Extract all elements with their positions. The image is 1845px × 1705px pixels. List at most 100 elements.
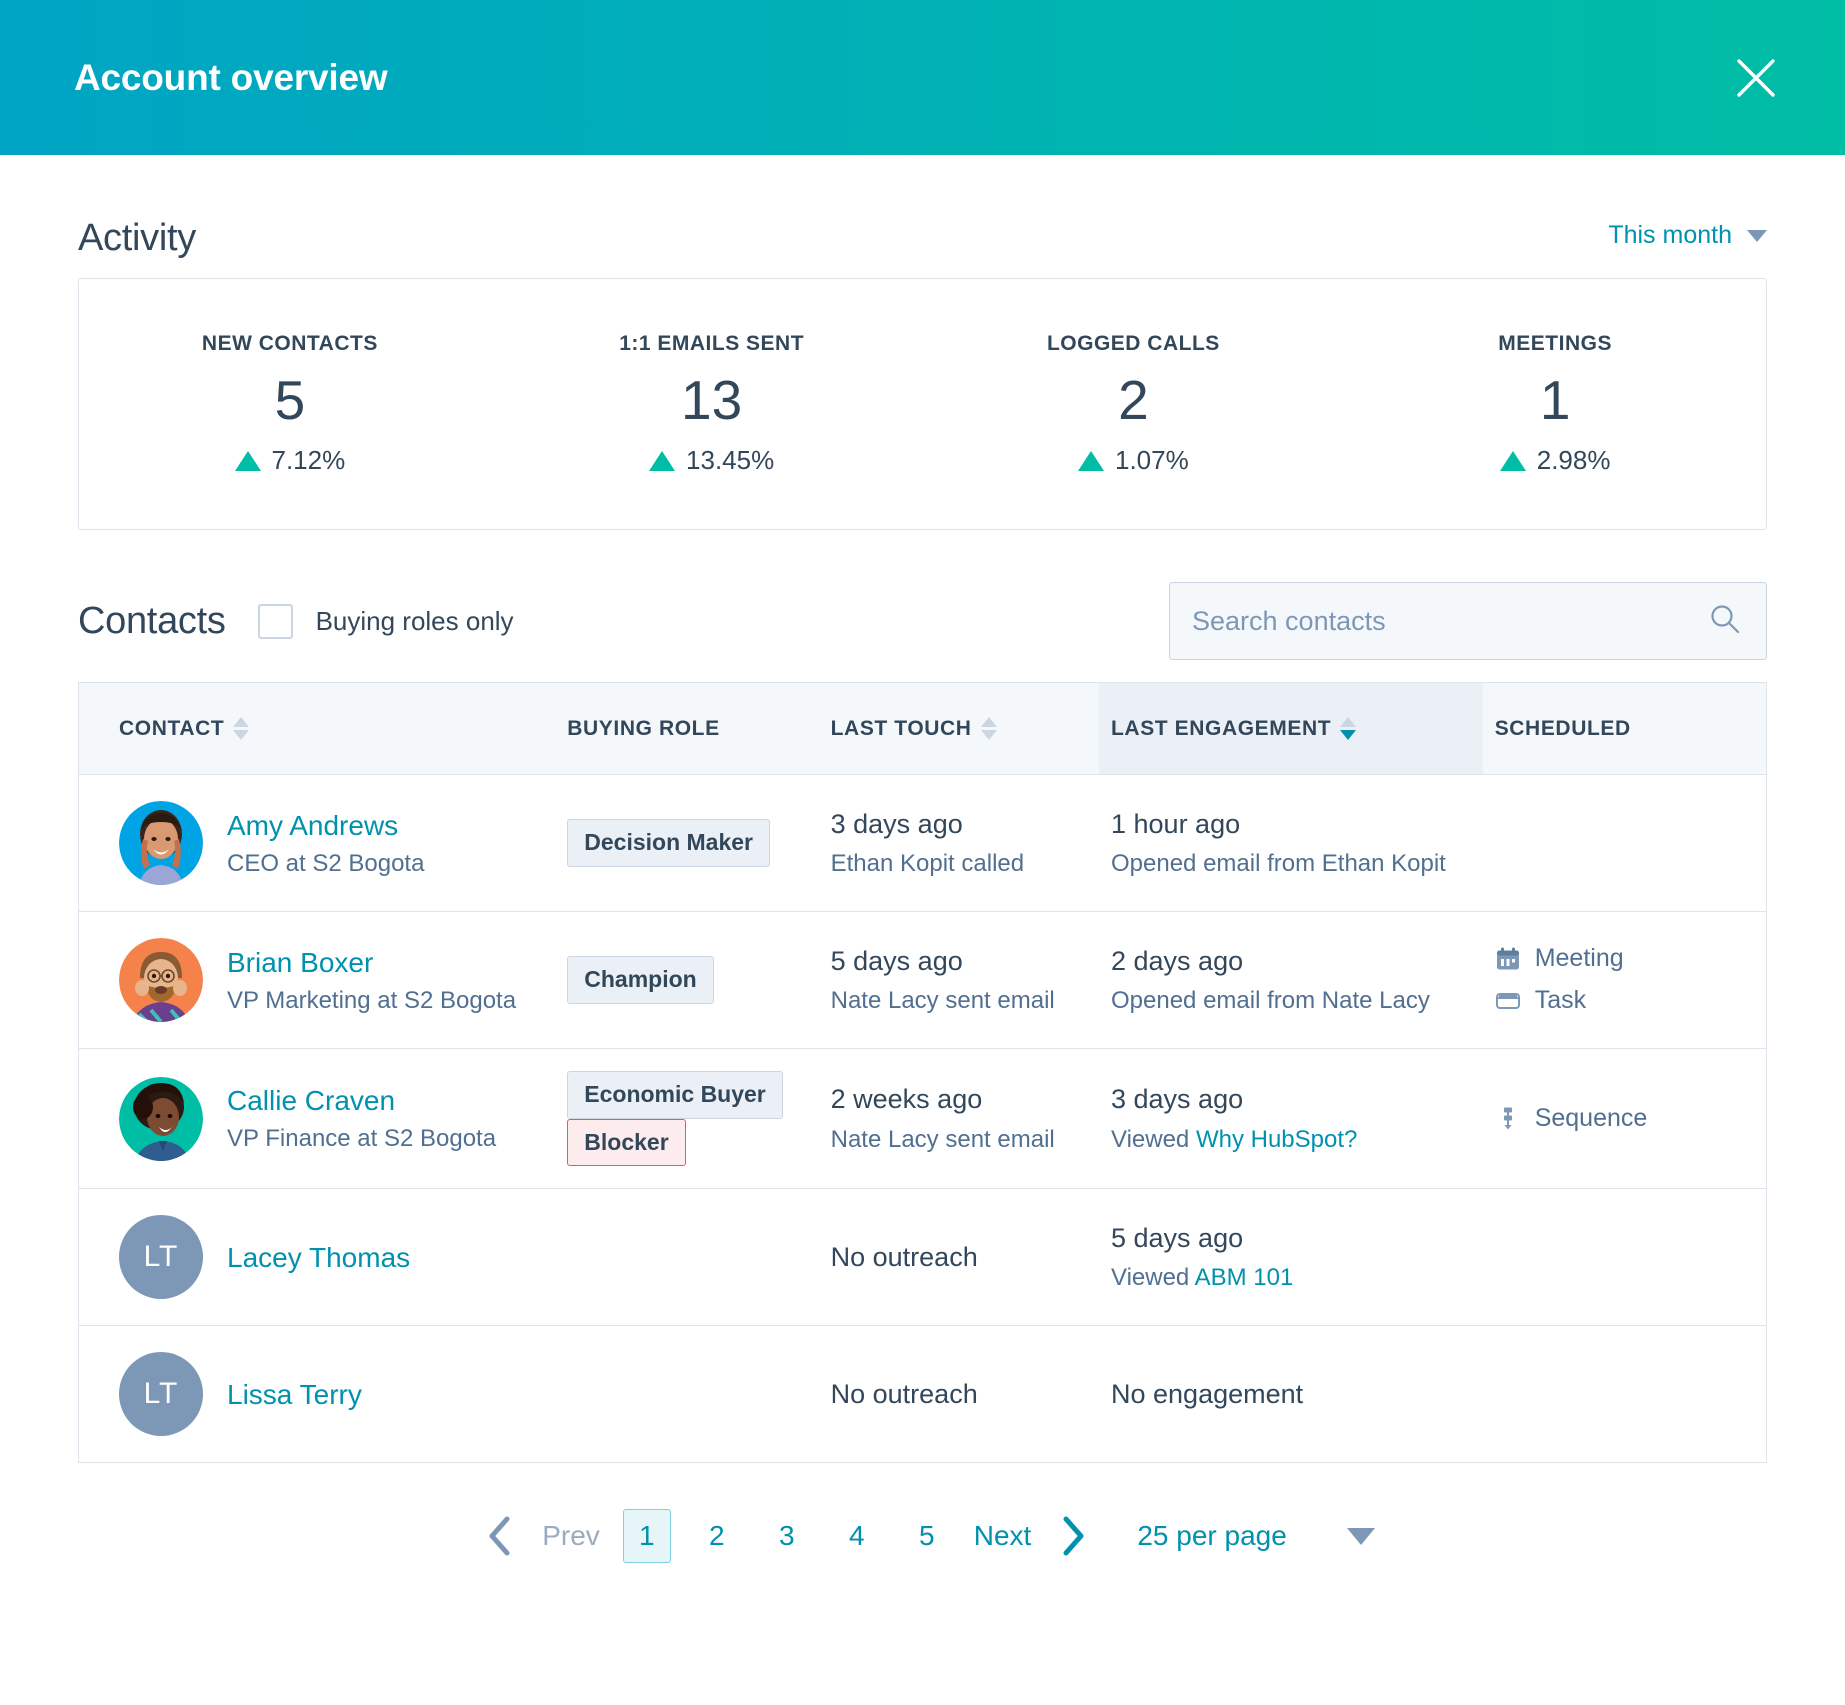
scheduled-meeting[interactable]: Meeting xyxy=(1495,942,1754,976)
column-header-buying-role[interactable]: BUYING ROLE xyxy=(555,683,818,775)
stat-new-contacts: NEW CONTACTS 5 7.12% xyxy=(79,332,501,477)
prev-arrow-icon[interactable] xyxy=(470,1514,530,1558)
scheduled-task[interactable]: Task xyxy=(1495,984,1754,1018)
last-touch-detail: Nate Lacy sent email xyxy=(831,985,1087,1016)
close-button[interactable] xyxy=(1725,47,1787,109)
avatar xyxy=(119,1077,203,1161)
column-label: SCHEDULED xyxy=(1495,717,1631,741)
last-touch-time: 5 days ago xyxy=(831,944,1087,979)
account-overview-modal: Account overview Activity This month NEW… xyxy=(0,0,1845,1705)
table-row[interactable]: Amy Andrews CEO at S2 Bogota Decision Ma… xyxy=(79,775,1767,912)
table-row[interactable]: LT Lacey Thomas No outreach 5 days ago V… xyxy=(79,1189,1767,1326)
contact-subtitle: CEO at S2 Bogota xyxy=(227,849,424,879)
next-page-button[interactable]: Next xyxy=(962,1520,1044,1552)
column-label: LAST TOUCH xyxy=(831,717,972,741)
column-header-last-touch[interactable]: LAST TOUCH xyxy=(819,683,1099,775)
scheduled-label: Task xyxy=(1535,984,1586,1018)
sort-icon-active[interactable] xyxy=(1340,717,1356,740)
last-engagement-time: 3 days ago xyxy=(1111,1082,1471,1117)
last-engagement-detail: Viewed ABM 101 xyxy=(1111,1262,1471,1293)
chevron-down-icon[interactable] xyxy=(1347,1528,1375,1545)
buying-roles-filter[interactable]: Buying roles only xyxy=(258,604,514,639)
stat-delta: 1.07% xyxy=(923,445,1345,476)
last-touch-time: 3 days ago xyxy=(831,807,1087,842)
page-button-5[interactable]: 5 xyxy=(903,1509,951,1563)
prev-page-button[interactable]: Prev xyxy=(530,1520,612,1552)
last-engagement-time: 5 days ago xyxy=(1111,1221,1471,1256)
column-header-contact[interactable]: CONTACT xyxy=(79,683,556,775)
search-input[interactable] xyxy=(1192,606,1698,637)
search-contacts-box[interactable] xyxy=(1169,582,1767,660)
column-header-last-engagement[interactable]: LAST ENGAGEMENT xyxy=(1099,683,1483,775)
cell-buying-role xyxy=(555,1189,818,1326)
trend-up-icon xyxy=(1500,451,1526,471)
contact-name-link[interactable]: Callie Craven xyxy=(227,1083,496,1118)
stat-value: 2 xyxy=(923,372,1345,430)
cell-last-engagement: No engagement xyxy=(1099,1326,1483,1463)
page-button-1[interactable]: 1 xyxy=(623,1509,671,1563)
contact-name-link[interactable]: Lacey Thomas xyxy=(227,1240,410,1275)
contact-name-link[interactable]: Amy Andrews xyxy=(227,808,424,843)
last-engagement-link[interactable]: ABM 101 xyxy=(1195,1264,1294,1291)
contacts-header-left: Contacts Buying roles only xyxy=(78,600,514,643)
period-selector[interactable]: This month xyxy=(1608,221,1767,260)
close-icon xyxy=(1733,55,1779,101)
cell-contact: Callie Craven VP Finance at S2 Bogota xyxy=(79,1049,556,1189)
column-label: LAST ENGAGEMENT xyxy=(1111,717,1331,741)
table-row[interactable]: Callie Craven VP Finance at S2 Bogota Ec… xyxy=(79,1049,1767,1189)
contacts-table: CONTACT BUYING ROLE LAST TOUCH xyxy=(78,682,1767,1463)
trend-up-icon xyxy=(235,451,261,471)
contact-name-link[interactable]: Lissa Terry xyxy=(227,1377,362,1412)
avatar xyxy=(119,801,203,885)
last-engagement-detail: Opened email from Nate Lacy xyxy=(1111,985,1471,1016)
cell-contact: Amy Andrews CEO at S2 Bogota xyxy=(79,775,556,912)
avatar-initials: LT xyxy=(119,1215,203,1299)
cell-contact: LT Lissa Terry xyxy=(79,1326,556,1463)
scheduled-sequence[interactable]: Sequence xyxy=(1495,1102,1754,1136)
last-engagement-link[interactable]: Why HubSpot? xyxy=(1196,1126,1357,1153)
cell-buying-role: Champion xyxy=(555,912,818,1049)
stat-delta-value: 13.45% xyxy=(686,445,774,476)
last-touch-time: No outreach xyxy=(831,1377,1087,1412)
cell-scheduled: Meeting Task xyxy=(1483,912,1767,1049)
buying-roles-label: Buying roles only xyxy=(316,606,514,637)
stat-delta: 2.98% xyxy=(1344,445,1766,476)
contacts-table-body: Amy Andrews CEO at S2 Bogota Decision Ma… xyxy=(79,775,1767,1463)
last-engagement-time: 2 days ago xyxy=(1111,944,1471,979)
column-header-scheduled[interactable]: SCHEDULED xyxy=(1483,683,1767,775)
sort-icon[interactable] xyxy=(233,717,249,740)
contacts-section-header: Contacts Buying roles only xyxy=(78,530,1767,682)
stat-delta-value: 2.98% xyxy=(1537,445,1611,476)
page-button-3[interactable]: 3 xyxy=(763,1509,811,1563)
trend-up-icon xyxy=(649,451,675,471)
table-header-row: CONTACT BUYING ROLE LAST TOUCH xyxy=(79,683,1767,775)
per-page-selector[interactable]: 25 per page xyxy=(1137,1520,1374,1552)
table-row[interactable]: Brian Boxer VP Marketing at S2 Bogota Ch… xyxy=(79,912,1767,1049)
page-button-2[interactable]: 2 xyxy=(693,1509,741,1563)
stat-label: LOGGED CALLS xyxy=(923,332,1345,356)
page-title: Account overview xyxy=(74,57,387,99)
cell-last-engagement: 3 days ago Viewed Why HubSpot? xyxy=(1099,1049,1483,1189)
search-icon[interactable] xyxy=(1708,602,1742,641)
column-label: CONTACT xyxy=(119,717,224,741)
stat-value: 13 xyxy=(501,372,923,430)
sort-icon[interactable] xyxy=(981,717,997,740)
contact-name-link[interactable]: Brian Boxer xyxy=(227,945,516,980)
table-row[interactable]: LT Lissa Terry No outreach No engagement xyxy=(79,1326,1767,1463)
column-label: BUYING ROLE xyxy=(567,717,719,741)
last-touch-time: No outreach xyxy=(831,1240,1087,1275)
buying-roles-checkbox[interactable] xyxy=(258,604,293,639)
activity-stats-card: NEW CONTACTS 5 7.12% 1:1 EMAILS SENT 13 … xyxy=(78,278,1767,530)
last-engagement-detail: Viewed Why HubSpot? xyxy=(1111,1124,1471,1155)
stat-delta-value: 7.12% xyxy=(272,445,346,476)
next-arrow-icon[interactable] xyxy=(1043,1514,1103,1558)
contact-subtitle: VP Finance at S2 Bogota xyxy=(227,1124,496,1154)
last-engagement-detail: Opened email from Ethan Kopit xyxy=(1111,848,1471,879)
cell-last-touch: No outreach xyxy=(819,1189,1099,1326)
last-engagement-prefix: Viewed xyxy=(1111,1126,1196,1153)
last-engagement-prefix: Viewed xyxy=(1111,1264,1195,1291)
modal-header: Account overview xyxy=(0,0,1845,155)
avatar xyxy=(119,938,203,1022)
stat-label: NEW CONTACTS xyxy=(79,332,501,356)
page-button-4[interactable]: 4 xyxy=(833,1509,881,1563)
